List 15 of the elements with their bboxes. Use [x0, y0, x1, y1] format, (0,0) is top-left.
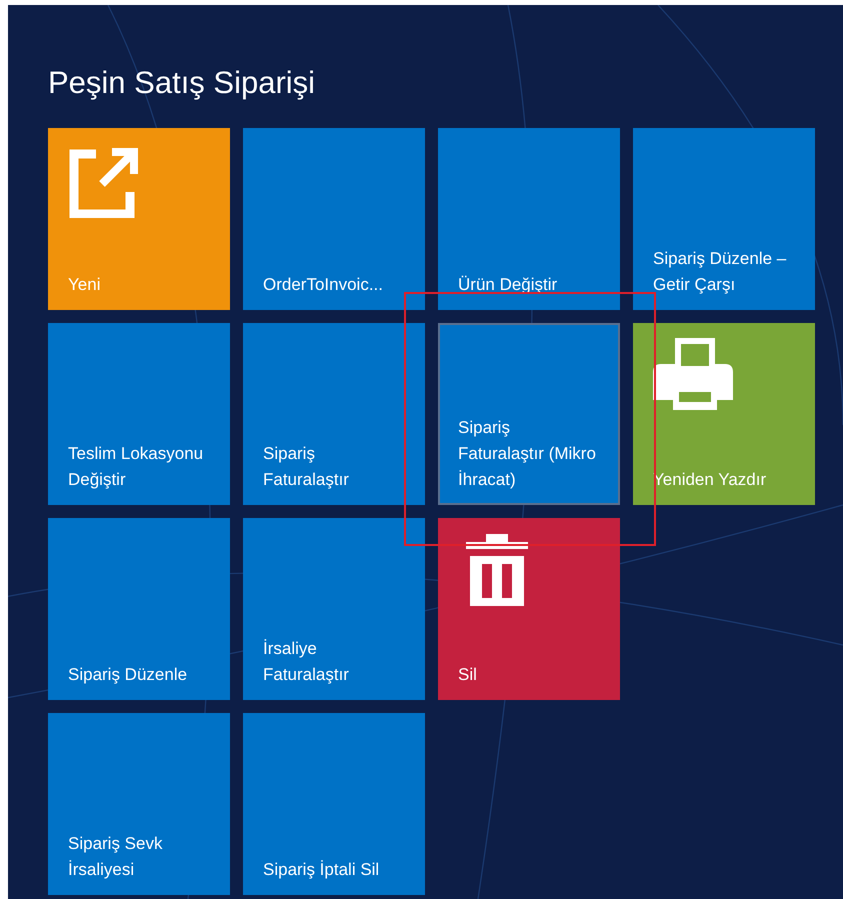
action-tile[interactable]: Sipariş Faturalaştır (Mikro İhracat) [438, 323, 620, 505]
external-link-icon [68, 146, 140, 218]
action-tile[interactable]: OrderToInvoic... [243, 128, 425, 310]
action-tile[interactable]: Teslim Lokasyonu Değiştir [48, 323, 230, 505]
action-tile[interactable]: Sil [438, 518, 620, 700]
action-tile[interactable]: Sipariş İptali Sil [243, 713, 425, 895]
action-tile[interactable]: İrsaliye Faturalaştır [243, 518, 425, 700]
action-tile[interactable]: Sipariş Sevk İrsaliyesi [48, 713, 230, 895]
action-tile[interactable]: Sipariş Düzenle – Getir Çarşı [633, 128, 815, 310]
action-tile[interactable]: Sipariş Düzenle [48, 518, 230, 700]
action-tile[interactable]: Ürün Değiştir [438, 128, 620, 310]
printer-icon [653, 338, 733, 410]
trash-icon [466, 534, 528, 606]
action-tile[interactable]: Sipariş Faturalaştır [243, 323, 425, 505]
page-title: Peşin Satış Siparişi [48, 64, 316, 102]
